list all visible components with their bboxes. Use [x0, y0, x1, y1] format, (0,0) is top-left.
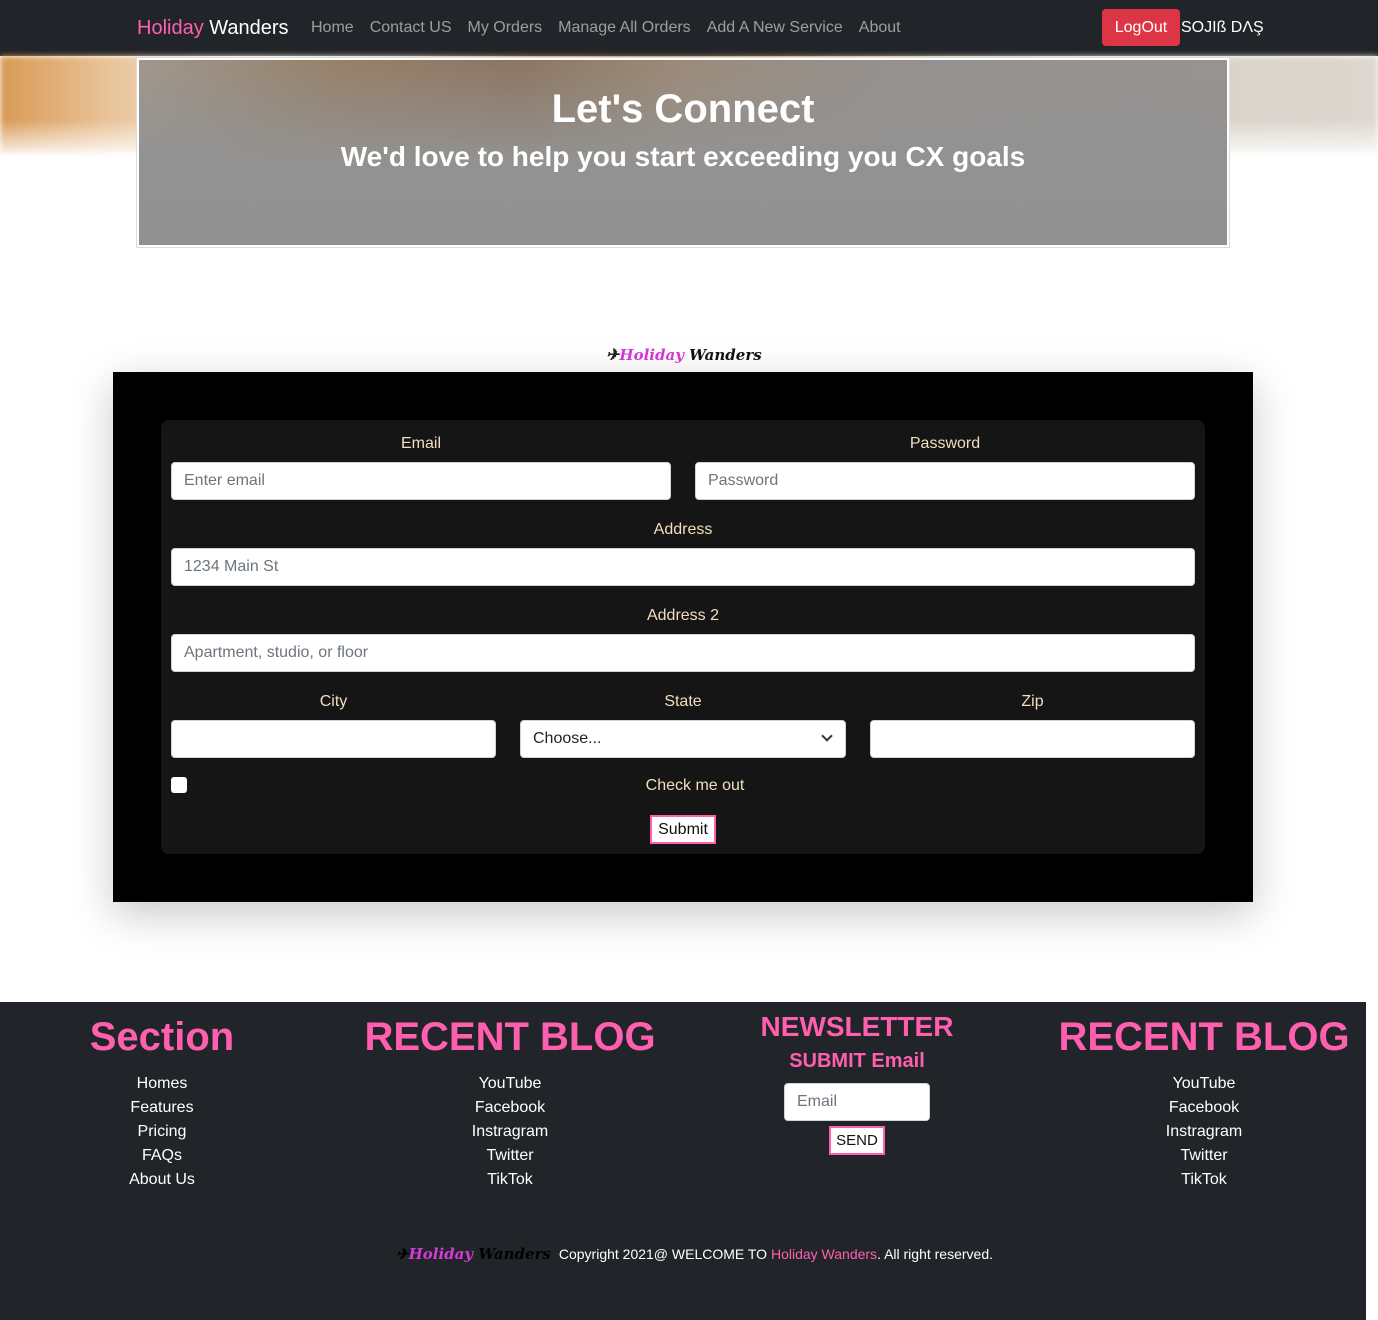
city-label: City: [319, 693, 348, 710]
password-input[interactable]: Password: [695, 462, 1195, 500]
nav-about[interactable]: About: [851, 18, 909, 38]
footer-blog-column-2: RECENT BLOG YouTube Facebook Instragram …: [1054, 1014, 1354, 1192]
footer-blog-title-2: RECENT BLOG: [1058, 1015, 1350, 1059]
footer-link-faqs[interactable]: FAQs: [62, 1144, 262, 1168]
footer-logo: ✈Holiday Wanders: [396, 1245, 551, 1263]
logout-button[interactable]: LogOut: [1102, 9, 1180, 46]
nav-home[interactable]: Home: [303, 18, 362, 38]
address-label: Address: [653, 521, 713, 538]
zip-label: Zip: [1021, 693, 1044, 710]
footer-link-youtube-2[interactable]: YouTube: [1054, 1072, 1354, 1096]
newsletter-title: NEWSLETTER: [760, 1011, 954, 1042]
hero-title: Let's Connect: [551, 87, 815, 131]
airplane-icon: ✈: [606, 345, 620, 364]
chevron-down-icon: [821, 730, 833, 742]
city-input[interactable]: [171, 720, 496, 758]
newsletter-subtitle: SUBMIT Email: [789, 1050, 925, 1072]
email-input[interactable]: Enter email: [171, 462, 671, 500]
footer-logo-part2: Wanders: [478, 1245, 551, 1263]
footer-link-tiktok[interactable]: TikTok: [360, 1168, 660, 1192]
copyright-prefix: Copyright 2021@ WELCOME TO: [558, 1246, 768, 1262]
zip-input[interactable]: [870, 720, 1195, 758]
hero-banner: Let's Connect We'd love to help you star…: [136, 57, 1230, 248]
footer-logo-part1: Holiday: [408, 1245, 474, 1263]
form-logo: ✈Holiday Wanders: [606, 345, 762, 364]
address2-label: Address 2: [646, 607, 720, 624]
footer-link-youtube[interactable]: YouTube: [360, 1072, 660, 1096]
address-input[interactable]: 1234 Main St: [171, 548, 1195, 586]
newsletter-send-button[interactable]: SEND: [829, 1126, 885, 1155]
hero-image: Let's Connect We'd love to help you star…: [139, 60, 1227, 245]
copyright-suffix: . All right reserved.: [877, 1246, 993, 1262]
nav-my-orders[interactable]: My Orders: [460, 18, 551, 38]
nav-manage-all-orders[interactable]: Manage All Orders: [550, 18, 699, 38]
footer-newsletter-column: NEWSLETTER SUBMIT Email: [737, 1010, 977, 1074]
logo-part2: Wanders: [689, 346, 762, 364]
footer-link-twitter[interactable]: Twitter: [360, 1144, 660, 1168]
footer-link-pricing[interactable]: Pricing: [62, 1120, 262, 1144]
logo-part1: Holiday: [619, 346, 684, 364]
user-name: SOJIß DΛŞ: [1181, 19, 1264, 36]
footer-link-about-us[interactable]: About Us: [62, 1168, 262, 1192]
address2-input[interactable]: Apartment, studio, or floor: [171, 634, 1195, 672]
footer-link-twitter-2[interactable]: Twitter: [1054, 1144, 1354, 1168]
footer-link-facebook-2[interactable]: Facebook: [1054, 1096, 1354, 1120]
top-navbar: Holiday Wanders Home Contact US My Order…: [0, 0, 1378, 56]
nav-add-new-service[interactable]: Add A New Service: [699, 18, 851, 38]
brand-logo[interactable]: Holiday Wanders: [137, 16, 289, 40]
footer: Section Homes Features Pricing FAQs Abou…: [0, 1002, 1366, 1320]
check-me-out-checkbox[interactable]: [171, 777, 187, 793]
contact-form-panel: Email Enter email Password Password Addr…: [113, 372, 1253, 902]
nav-links: Home Contact US My Orders Manage All Ord…: [303, 18, 909, 38]
hero-subtitle: We'd love to help you start exceeding yo…: [340, 141, 1026, 172]
state-selected-value: Choose...: [533, 730, 602, 747]
footer-section-column: Section Homes Features Pricing FAQs Abou…: [62, 1014, 262, 1192]
footer-link-instagram-2[interactable]: Instragram: [1054, 1120, 1354, 1144]
copyright-brand-link[interactable]: Holiday Wanders: [771, 1246, 877, 1262]
airplane-icon: ✈: [396, 1245, 409, 1263]
contact-form: Email Enter email Password Password Addr…: [161, 420, 1205, 854]
state-select[interactable]: Choose...: [520, 720, 846, 758]
newsletter-email-input[interactable]: Email: [784, 1083, 930, 1121]
state-label: State: [664, 693, 702, 710]
email-label: Email: [400, 435, 441, 452]
brand-part1: Holiday: [137, 17, 204, 39]
footer-link-homes[interactable]: Homes: [62, 1072, 262, 1096]
copyright-text: Copyright 2021@ WELCOME TO Holiday Wande…: [559, 1246, 993, 1262]
footer-link-instagram[interactable]: Instragram: [360, 1120, 660, 1144]
brand-part2: Wanders: [209, 17, 289, 39]
password-label: Password: [909, 435, 981, 452]
nav-contact-us[interactable]: Contact US: [362, 18, 460, 38]
check-me-out-label: Check me out: [645, 777, 745, 794]
footer-link-facebook[interactable]: Facebook: [360, 1096, 660, 1120]
footer-link-features[interactable]: Features: [62, 1096, 262, 1120]
footer-blog-column-1: RECENT BLOG YouTube Facebook Instragram …: [360, 1014, 660, 1192]
footer-section-title: Section: [89, 1015, 235, 1059]
submit-button[interactable]: Submit: [650, 815, 716, 844]
footer-blog-title-1: RECENT BLOG: [364, 1015, 656, 1059]
copyright-row: ✈Holiday Wanders Copyright 2021@ WELCOME…: [396, 1245, 993, 1263]
footer-link-tiktok-2[interactable]: TikTok: [1054, 1168, 1354, 1192]
